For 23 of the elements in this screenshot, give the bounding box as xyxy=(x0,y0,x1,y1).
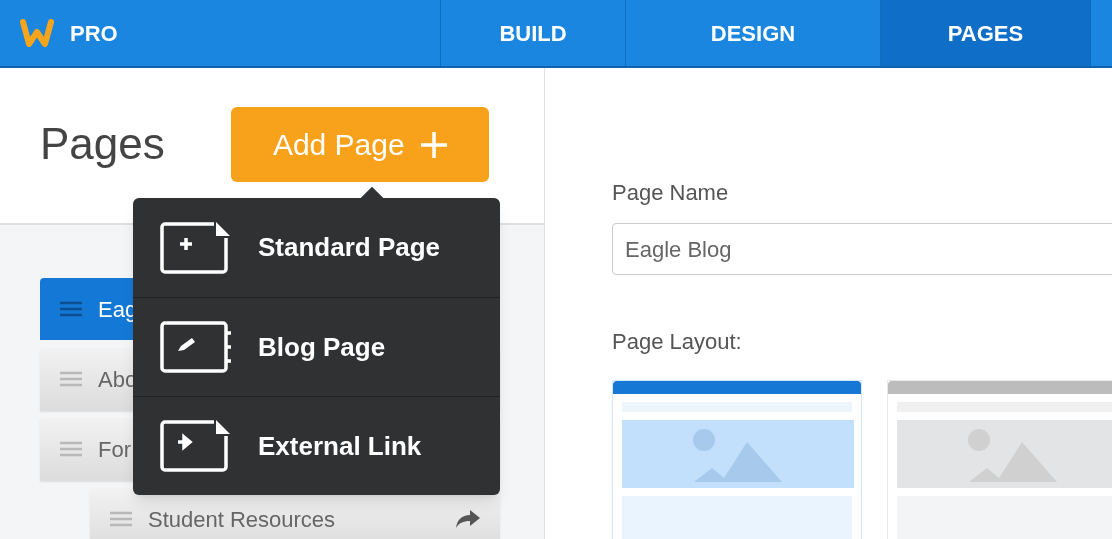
logo-icon xyxy=(20,18,54,48)
drag-handle-icon[interactable] xyxy=(60,371,82,387)
panel-title: Pages xyxy=(40,122,165,166)
page-name: For xyxy=(98,435,131,464)
drag-handle-icon[interactable] xyxy=(60,301,82,317)
field-label: Page Layout: xyxy=(612,328,743,356)
nav-tab[interactable]: BUILD xyxy=(440,0,625,66)
notebook-pencil-icon xyxy=(160,319,234,375)
menu-item[interactable]: External Link xyxy=(133,396,500,495)
layout-thumbnail[interactable] xyxy=(612,380,862,539)
layout-thumbnail[interactable] xyxy=(887,380,1112,539)
drag-handle-icon[interactable] xyxy=(60,441,82,457)
field-label: Page Name xyxy=(612,179,730,207)
image-placeholder-icon xyxy=(897,420,1112,488)
nav-tab[interactable]: PAGES xyxy=(880,0,1090,66)
menu-item[interactable]: Blog Page xyxy=(133,297,500,396)
page-name-field[interactable]: Eagle Blog xyxy=(612,223,1112,275)
image-placeholder-icon xyxy=(622,420,854,488)
menu-item[interactable]: Standard Page xyxy=(133,198,500,297)
drag-handle-icon[interactable] xyxy=(110,511,132,527)
plus-icon xyxy=(420,131,447,158)
plan-label: PRO xyxy=(70,19,118,48)
page-name: Student Resources xyxy=(148,505,336,534)
